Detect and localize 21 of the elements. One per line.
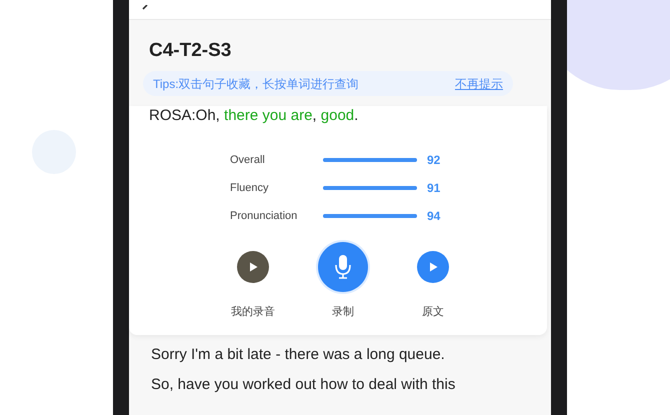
dialogue-sentence: So, have you worked out how to deal with this xyxy=(151,374,456,394)
score-label: Pronunciation xyxy=(230,208,298,224)
action-label: 原文 xyxy=(422,304,444,320)
dismiss-tips-link[interactable]: 不再提示 xyxy=(455,74,503,92)
play-icon xyxy=(247,261,259,273)
tips-text: Tips:双击句子收藏，长按单词进行查询 xyxy=(153,76,359,92)
play-original-button[interactable] xyxy=(417,251,449,283)
action-label: 我的录音 xyxy=(231,304,275,320)
score-label: Overall xyxy=(230,152,266,168)
score-value: 91 xyxy=(427,180,440,197)
my-recording-button[interactable] xyxy=(237,251,269,283)
dialogue-sentence: Sorry I'm a bit late - there was a long queue. xyxy=(151,344,446,364)
score-value: 92 xyxy=(427,152,440,169)
score-label: Fluency xyxy=(230,180,270,196)
play-icon xyxy=(427,261,439,273)
current-sentence: ROSA:Oh, there you are, good. xyxy=(149,106,360,126)
microphone-icon xyxy=(334,254,352,280)
record-button[interactable] xyxy=(318,242,368,292)
score-value: 94 xyxy=(427,208,440,225)
action-label: 录制 xyxy=(332,305,354,320)
lesson-title: C4-T2-S3 xyxy=(149,39,232,63)
